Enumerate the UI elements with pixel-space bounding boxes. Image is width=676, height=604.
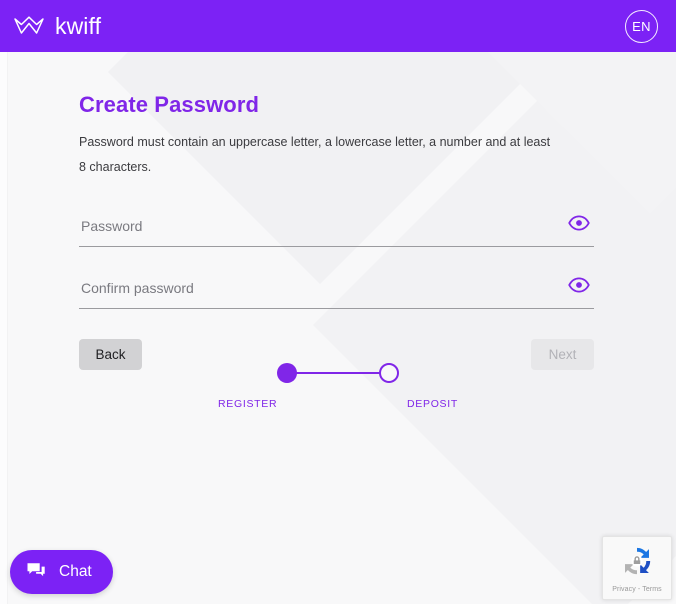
crown-icon xyxy=(14,16,44,36)
confirm-password-field-group xyxy=(79,273,594,310)
app-header: kwiff EN xyxy=(0,0,676,52)
chat-button[interactable]: Chat xyxy=(10,550,113,594)
chat-bubble-icon xyxy=(25,560,47,585)
brand[interactable]: kwiff xyxy=(14,12,102,39)
eye-icon xyxy=(568,277,590,296)
password-field-group xyxy=(79,211,594,248)
stepper-label-deposit: DEPOSIT xyxy=(407,398,458,410)
registration-page: kwiff EN Create Password Password must c… xyxy=(0,0,676,604)
stepper-labels: REGISTER DEPOSIT xyxy=(218,398,458,410)
registration-stepper: REGISTER DEPOSIT xyxy=(0,362,676,410)
brand-name: kwiff xyxy=(55,12,102,39)
recaptcha-logo-icon xyxy=(620,544,654,583)
confirm-password-input[interactable] xyxy=(79,275,594,310)
eye-icon xyxy=(568,215,590,234)
stepper-label-register: REGISTER xyxy=(218,398,278,410)
chat-button-label: Chat xyxy=(59,563,92,580)
stepper-connector-line xyxy=(286,372,390,374)
stepper-track xyxy=(277,362,399,384)
password-input[interactable] xyxy=(79,213,594,248)
create-password-form: Create Password Password must contain an… xyxy=(79,92,594,371)
page-content: Create Password Password must contain an… xyxy=(0,52,676,604)
recaptcha-badge[interactable]: Privacy - Terms xyxy=(602,536,672,600)
stepper-dot-register[interactable] xyxy=(277,363,297,383)
language-selector-button[interactable]: EN xyxy=(625,9,658,43)
password-visibility-toggle-button[interactable] xyxy=(566,211,592,237)
password-requirements-text: Password must contain an uppercase lette… xyxy=(79,135,551,174)
recaptcha-privacy-terms-text[interactable]: Privacy - Terms xyxy=(612,586,662,593)
stepper-dot-deposit[interactable] xyxy=(379,363,399,383)
page-title: Create Password xyxy=(79,92,260,117)
confirm-password-visibility-toggle-button[interactable] xyxy=(566,273,592,299)
